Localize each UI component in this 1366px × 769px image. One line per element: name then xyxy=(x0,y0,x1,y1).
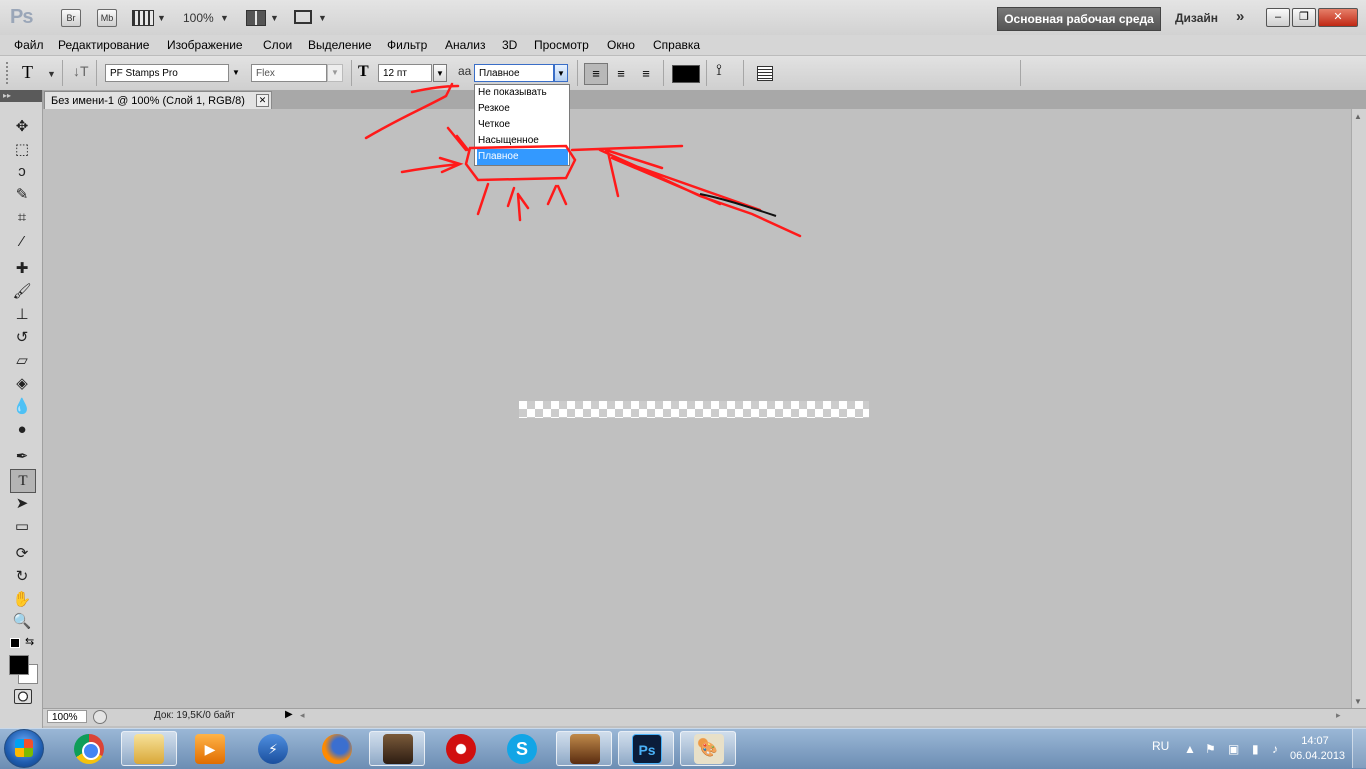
skype-taskbar-icon[interactable]: S xyxy=(507,734,537,764)
folder-icon xyxy=(134,734,164,764)
photoshop-taskbar-icon: Ps xyxy=(632,734,662,764)
status-document-info: Док: 19,5K/0 байт xyxy=(154,710,235,721)
status-bar xyxy=(43,708,1366,726)
tray-network-icon[interactable]: ▣ xyxy=(1228,742,1239,756)
annotation-arrow-stroke xyxy=(570,144,802,238)
lightning-app-icon[interactable]: ⚡ xyxy=(258,734,288,764)
annotation-dark-stroke xyxy=(699,193,777,217)
annotation-arrow-stroke xyxy=(364,82,460,140)
status-zoom-field[interactable]: 100% xyxy=(47,710,87,723)
opera-taskbar-icon[interactable] xyxy=(446,734,476,764)
taskbar-clock[interactable]: 14:07 06.04.2013 xyxy=(1290,734,1346,764)
clock-time: 14:07 xyxy=(1301,735,1329,747)
red-annotation-overlay xyxy=(364,82,802,238)
clock-date: 06.04.2013 xyxy=(1290,750,1346,762)
language-indicator[interactable]: RU xyxy=(1152,739,1169,753)
annotation-ray-stroke xyxy=(476,182,568,222)
tray-expand-icon[interactable]: ▲ xyxy=(1184,742,1196,756)
hscroll-left-icon[interactable]: ◂ xyxy=(300,710,305,721)
status-menu-arrow-icon[interactable]: ▶ xyxy=(285,709,293,720)
tray-flag-icon[interactable]: ⚑ xyxy=(1205,742,1216,756)
status-info-icon[interactable] xyxy=(93,710,107,724)
game-avatar-icon xyxy=(383,734,413,764)
annotation-circle-stroke xyxy=(464,144,577,182)
tray-volume-icon[interactable]: ♪ xyxy=(1272,742,1278,756)
show-desktop-button[interactable] xyxy=(1352,729,1366,768)
windows-logo-icon xyxy=(15,739,33,757)
annotation-ray-stroke xyxy=(446,126,470,152)
annotation-arrow-stroke xyxy=(400,156,464,174)
paint-palette-icon: 🎨 xyxy=(694,734,724,764)
chrome-center-icon xyxy=(82,742,100,760)
media-player-icon[interactable]: ▶ xyxy=(195,734,225,764)
game2-avatar-icon xyxy=(570,734,600,764)
tray-power-icon[interactable]: ▮ xyxy=(1252,742,1259,756)
hscroll-right-icon[interactable]: ▸ xyxy=(1336,710,1341,721)
firefox-taskbar-icon[interactable] xyxy=(322,734,352,764)
